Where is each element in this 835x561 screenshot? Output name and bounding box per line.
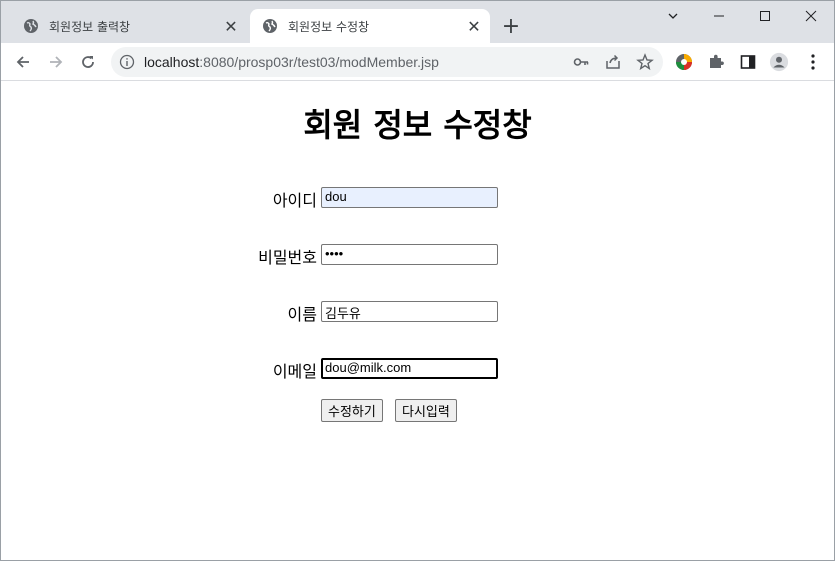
- avatar-icon: [769, 52, 789, 72]
- tab-member-modify[interactable]: 회원정보 수정창 ✕: [250, 9, 490, 43]
- arrow-left-icon: [16, 56, 29, 68]
- side-panel-button[interactable]: [738, 52, 758, 72]
- maximize-button[interactable]: [742, 1, 788, 31]
- key-icon[interactable]: [572, 53, 590, 71]
- tab-strip: 회원정보 출력창 ✕ 회원정보 수정창 ✕ +: [1, 1, 834, 43]
- address-bar[interactable]: localhost:8080/prosp03r/test03/modMember…: [111, 47, 663, 77]
- minimize-button[interactable]: [696, 1, 742, 31]
- password-label: 비밀번호: [258, 248, 317, 267]
- window-close-button[interactable]: [788, 1, 834, 31]
- back-button[interactable]: [9, 48, 37, 76]
- email-field[interactable]: dou@milk.com: [321, 358, 498, 379]
- url-text[interactable]: localhost:8080/prosp03r/test03/modMember…: [144, 54, 439, 70]
- page-title: 회원 정보 수정창: [303, 106, 532, 144]
- extension-colorful-icon[interactable]: [674, 52, 694, 72]
- reset-button[interactable]: 다시입력: [395, 399, 457, 422]
- tab-title: 회원정보 수정창: [288, 19, 370, 34]
- tab-member-output[interactable]: 회원정보 출력창 ✕: [11, 9, 247, 43]
- browser-toolbar: localhost:8080/prosp03r/test03/modMember…: [1, 43, 834, 81]
- page-content: 회원 정보 수정창 아이디 dou 비밀번호 •••• 이름 김두유 이메일 d…: [1, 82, 834, 560]
- globe-icon: [24, 19, 38, 33]
- puzzle-icon: [710, 54, 724, 68]
- close-icon[interactable]: ✕: [464, 16, 484, 36]
- reload-button[interactable]: [74, 48, 102, 76]
- name-field[interactable]: 김두유: [321, 301, 498, 322]
- reload-icon: [82, 56, 94, 68]
- minimize-icon: [714, 15, 724, 17]
- extension-logo-icon: [676, 54, 692, 70]
- star-icon[interactable]: [636, 53, 654, 71]
- profile-button[interactable]: [769, 52, 789, 72]
- info-icon[interactable]: [119, 54, 135, 70]
- more-vertical-icon: [811, 54, 815, 70]
- id-label: 아이디: [272, 191, 317, 210]
- arrow-right-icon: [50, 56, 63, 68]
- menu-button[interactable]: [803, 52, 823, 72]
- browser-window: 회원정보 출력창 ✕ 회원정보 수정창 ✕ + localhost:8080/p…: [0, 0, 835, 561]
- url-host: localhost: [144, 54, 200, 70]
- close-icon: [805, 10, 817, 22]
- extensions-button[interactable]: [706, 52, 726, 72]
- globe-icon: [263, 19, 277, 33]
- side-panel-icon: [740, 55, 756, 69]
- url-path: :8080/prosp03r/test03/modMember.jsp: [199, 54, 439, 70]
- maximize-icon: [760, 11, 770, 21]
- chevron-down-icon: [668, 13, 678, 19]
- forward-button[interactable]: [42, 48, 70, 76]
- close-icon[interactable]: ✕: [221, 16, 241, 36]
- name-label: 이름: [287, 305, 317, 324]
- password-field[interactable]: ••••: [321, 244, 498, 265]
- tab-title: 회원정보 출력창: [49, 19, 131, 34]
- submit-button[interactable]: 수정하기: [321, 399, 383, 422]
- tab-search-button[interactable]: [650, 1, 696, 31]
- id-field[interactable]: dou: [321, 187, 498, 208]
- email-label: 이메일: [272, 362, 317, 381]
- new-tab-button[interactable]: +: [499, 14, 523, 39]
- share-icon[interactable]: [604, 53, 622, 71]
